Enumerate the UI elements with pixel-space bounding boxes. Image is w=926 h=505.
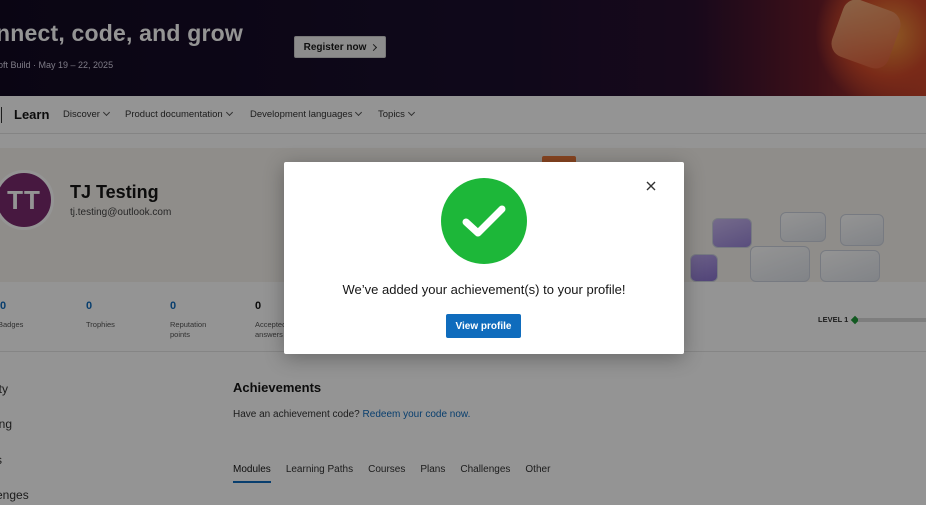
dialog-message: We’ve added your achievement(s) to your … [342,282,626,297]
close-icon [646,181,656,191]
view-profile-button[interactable]: View profile [446,314,521,338]
success-check [441,178,527,264]
checkmark-icon [462,205,506,237]
close-button[interactable] [641,176,661,196]
achievement-dialog: We’ve added your achievement(s) to your … [284,162,684,354]
